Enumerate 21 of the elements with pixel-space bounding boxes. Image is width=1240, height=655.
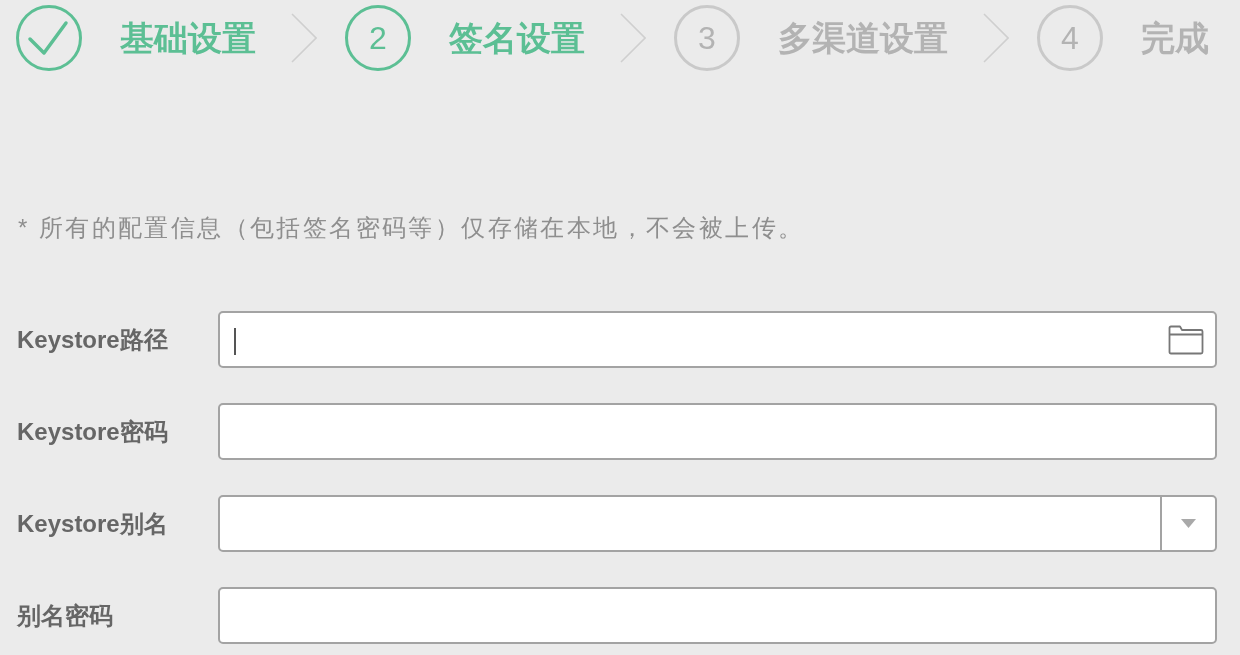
step-label: 基础设置 [120, 21, 256, 55]
input-field[interactable] [218, 311, 1217, 368]
field-label: 别名密码 [17, 601, 113, 629]
chevron-right-icon [983, 13, 1009, 63]
caret-down-icon [1181, 519, 1196, 528]
chevron-right-icon [291, 13, 317, 63]
chevron-right-icon [620, 13, 646, 63]
field-label: Keystore别名 [17, 509, 168, 537]
step-label: 完成 [1141, 21, 1209, 55]
field-label: Keystore密码 [17, 417, 168, 445]
step-number: 2 [345, 5, 411, 71]
field-label: Keystore路径 [17, 325, 168, 353]
step-number: 3 [674, 5, 740, 71]
step-label: 签名设置 [449, 21, 585, 55]
input-field[interactable] [218, 403, 1217, 460]
step-number: 4 [1037, 5, 1103, 71]
input-field[interactable] [218, 587, 1217, 644]
storage-note: * 所有的配置信息（包括签名密码等）仅存储在本地，不会被上传。 [18, 214, 805, 242]
select-field[interactable] [218, 495, 1217, 552]
folder-icon[interactable] [1168, 324, 1204, 355]
step-label: 多渠道设置 [778, 21, 948, 55]
